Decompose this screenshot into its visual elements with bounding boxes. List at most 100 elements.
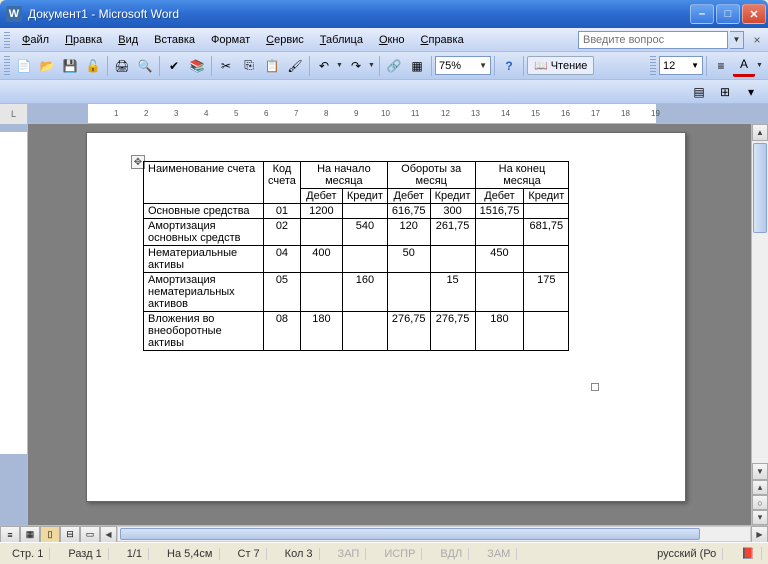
tables-borders-icon[interactable]: ▦ xyxy=(406,55,428,77)
bullets-icon[interactable]: ≡ xyxy=(710,55,732,77)
menu-view[interactable]: Вид xyxy=(110,31,146,49)
table-cell[interactable]: 160 xyxy=(342,273,387,312)
table-cell[interactable]: 276,75 xyxy=(430,312,475,351)
table-cell[interactable]: 02 xyxy=(264,219,301,246)
table-cell[interactable] xyxy=(524,246,569,273)
status-rec[interactable]: ЗАП xyxy=(332,548,367,560)
table-cell[interactable] xyxy=(524,312,569,351)
header-credit[interactable]: Кредит xyxy=(524,189,569,204)
status-ovr[interactable]: ЗАМ xyxy=(481,548,517,560)
table-cell[interactable]: 15 xyxy=(430,273,475,312)
table-row[interactable]: Нематериальные активы04400 50 450 xyxy=(144,246,569,273)
ask-a-question-input[interactable] xyxy=(578,31,728,49)
table-cell[interactable]: Нематериальные активы xyxy=(144,246,264,273)
hscroll-thumb[interactable] xyxy=(120,528,700,540)
close-button[interactable]: ✕ xyxy=(742,4,766,24)
menu-edit[interactable]: Правка xyxy=(57,31,110,49)
table-cell[interactable] xyxy=(524,204,569,219)
font-color-dropdown[interactable]: ▼ xyxy=(756,62,764,69)
table-resize-handle[interactable] xyxy=(591,383,599,391)
horizontal-ruler[interactable]: 12345678910111213141516171819 xyxy=(28,104,768,123)
insert-table-icon[interactable]: ⊞ xyxy=(714,81,736,103)
table-cell[interactable] xyxy=(342,312,387,351)
table-cell[interactable] xyxy=(387,273,430,312)
table-cell[interactable]: 616,75 xyxy=(387,204,430,219)
table-cell[interactable]: 261,75 xyxy=(430,219,475,246)
print-icon[interactable]: 🖨 xyxy=(111,55,133,77)
toolbar-grip[interactable] xyxy=(4,56,10,76)
menu-file[interactable]: Файл xyxy=(14,31,57,49)
table-row[interactable]: Амортизация основных средств02540120261,… xyxy=(144,219,569,246)
header-code[interactable]: Код счета xyxy=(264,162,301,204)
copy-icon[interactable]: ⎘ xyxy=(238,55,260,77)
status-ext[interactable]: ВДЛ xyxy=(434,548,469,560)
maximize-button[interactable]: □ xyxy=(716,4,740,24)
header-credit[interactable]: Кредит xyxy=(430,189,475,204)
table-cell[interactable]: 04 xyxy=(264,246,301,273)
format-painter-icon[interactable]: 🖌 xyxy=(284,55,306,77)
menu-window[interactable]: Окно xyxy=(371,31,413,49)
vertical-ruler[interactable] xyxy=(0,124,28,525)
hyperlink-icon[interactable]: 🔗 xyxy=(383,55,405,77)
print-view-button[interactable]: ▯ xyxy=(40,526,60,543)
font-color-icon[interactable]: A xyxy=(733,55,755,77)
table-cell[interactable]: 1516,75 xyxy=(475,204,524,219)
header-end[interactable]: На конец месяца xyxy=(475,162,569,189)
table-cell[interactable]: 1200 xyxy=(300,204,342,219)
table-row[interactable]: Вложения во внеоборотные активы08180276,… xyxy=(144,312,569,351)
outline-view-button[interactable]: ⊟ xyxy=(60,526,80,543)
open-icon[interactable]: 📂 xyxy=(36,55,58,77)
hscroll-left-button[interactable]: ◀ xyxy=(100,526,117,543)
undo-dropdown[interactable]: ▼ xyxy=(336,62,344,69)
status-language[interactable]: русский (Ро xyxy=(651,548,723,560)
table-cell[interactable] xyxy=(475,273,524,312)
menu-table[interactable]: Таблица xyxy=(312,31,371,49)
save-icon[interactable]: 💾 xyxy=(59,55,81,77)
font-size-combo[interactable]: 12▼ xyxy=(659,56,703,75)
table-cell[interactable] xyxy=(342,246,387,273)
table-cell[interactable]: 400 xyxy=(300,246,342,273)
table-cell[interactable]: Вложения во внеоборотные активы xyxy=(144,312,264,351)
vertical-scrollbar[interactable]: ▲ ▼ ▴ ○ ▾ xyxy=(751,124,768,525)
new-doc-icon[interactable]: 📄 xyxy=(13,55,35,77)
table-cell[interactable]: Амортизация нематериальных активов xyxy=(144,273,264,312)
menu-help[interactable]: Справка xyxy=(413,31,472,49)
table-cell[interactable] xyxy=(342,204,387,219)
table-cell[interactable]: 175 xyxy=(524,273,569,312)
document-viewport[interactable]: ✥ Наименование счета Код счета На начало… xyxy=(28,124,751,525)
table-cell[interactable]: 01 xyxy=(264,204,301,219)
table-row[interactable]: Амортизация нематериальных активов05 160 1… xyxy=(144,273,569,312)
table-cell[interactable]: 05 xyxy=(264,273,301,312)
table-cell[interactable]: Основные средства xyxy=(144,204,264,219)
redo-icon[interactable]: ↷ xyxy=(345,55,367,77)
hscroll-track[interactable] xyxy=(117,526,751,542)
table-cell[interactable]: 180 xyxy=(300,312,342,351)
table-row[interactable]: Основные средства011200616,753001516,75 xyxy=(144,204,569,219)
redo-dropdown[interactable]: ▼ xyxy=(368,62,376,69)
table-cell[interactable] xyxy=(430,246,475,273)
reading-view-button[interactable]: ▭ xyxy=(80,526,100,543)
minimize-button[interactable]: – xyxy=(690,4,714,24)
hscroll-right-button[interactable]: ▶ xyxy=(751,526,768,543)
toolbar-options-icon[interactable]: ▾ xyxy=(740,81,762,103)
menu-insert[interactable]: Вставка xyxy=(146,31,203,49)
accounting-table[interactable]: Наименование счета Код счета На начало м… xyxy=(143,161,569,351)
table-cell[interactable]: 120 xyxy=(387,219,430,246)
header-debit[interactable]: Дебет xyxy=(300,189,342,204)
cut-icon[interactable]: ✂ xyxy=(215,55,237,77)
menubar-grip[interactable] xyxy=(4,32,10,48)
paste-icon[interactable]: 📋 xyxy=(261,55,283,77)
table-cell[interactable]: 450 xyxy=(475,246,524,273)
scroll-down-button[interactable]: ▼ xyxy=(752,463,768,480)
header-start[interactable]: На начало месяца xyxy=(300,162,387,189)
header-turnover[interactable]: Обороты за месяц xyxy=(387,162,475,189)
table-cell[interactable] xyxy=(475,219,524,246)
table-cell[interactable]: 50 xyxy=(387,246,430,273)
zoom-combo[interactable]: 75%▼ xyxy=(435,56,491,75)
scroll-up-button[interactable]: ▲ xyxy=(752,124,768,141)
menu-format[interactable]: Формат xyxy=(203,31,258,49)
research-icon[interactable]: 📚 xyxy=(186,55,208,77)
draw-table-icon[interactable]: ▤ xyxy=(688,81,710,103)
scroll-track[interactable] xyxy=(752,141,768,463)
normal-view-button[interactable]: ≡ xyxy=(0,526,20,543)
